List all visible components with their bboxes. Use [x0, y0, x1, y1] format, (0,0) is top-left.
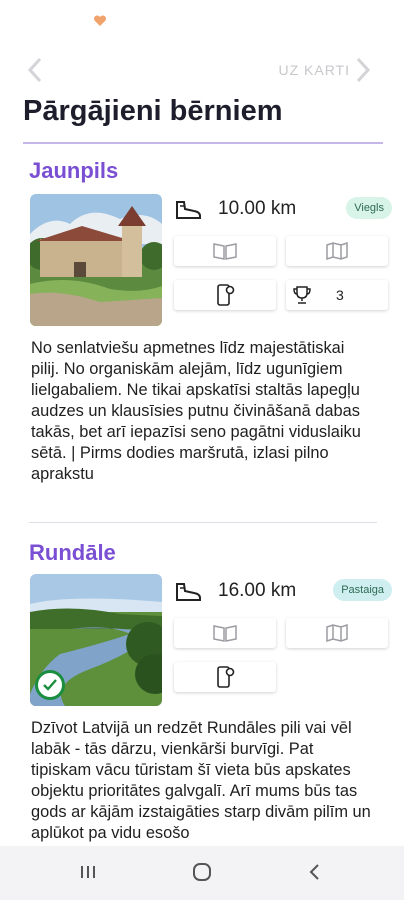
castle-photo-image	[30, 194, 162, 326]
distance-value: 10.00 km	[218, 198, 297, 219]
boot-icon	[176, 583, 201, 601]
route-description: No senlatviešu apmetnes līdz majestātisk…	[31, 339, 361, 483]
navigate-button[interactable]	[174, 662, 276, 692]
book-icon	[213, 625, 237, 642]
boot-icon	[176, 201, 201, 219]
difficulty-badge: Pastaiga	[333, 579, 392, 601]
check-icon	[43, 679, 57, 691]
trophy-icon	[293, 286, 311, 304]
route-card[interactable]: Rundāle 16.00 km Pastaiga Dzīvot Latvijā…	[0, 540, 404, 846]
map-icon	[326, 623, 348, 643]
system-navigation-bar	[0, 846, 404, 900]
trophy-count: 3	[336, 287, 344, 303]
route-card[interactable]: Jaunpils 10.00 km Viegls 3 No senlatvieš…	[0, 158, 404, 518]
route-name[interactable]: Jaunpils	[29, 158, 118, 184]
completed-badge	[35, 670, 65, 700]
route-stats: 16.00 km Pastaiga	[172, 576, 392, 706]
page-title: Pārgājieni bērniem	[23, 95, 283, 127]
difficulty-badge: Viegls	[346, 197, 392, 219]
route-name[interactable]: Rundāle	[29, 540, 116, 566]
read-description-button[interactable]	[174, 618, 276, 648]
navigate-button[interactable]	[174, 280, 276, 310]
chevron-left-icon[interactable]	[24, 56, 46, 84]
phone-location-icon	[217, 666, 235, 688]
recent-apps-icon[interactable]	[78, 860, 98, 884]
view-map-button[interactable]	[286, 618, 388, 648]
distance-row: 16.00 km Pastaiga	[172, 576, 392, 608]
route-description: Dzīvot Latvijā un redzēt Rundāles pili v…	[31, 719, 371, 842]
title-underline	[23, 142, 383, 144]
route-photo[interactable]	[30, 194, 162, 326]
home-icon[interactable]	[190, 860, 214, 884]
route-photo[interactable]	[30, 574, 162, 706]
distance-row: 10.00 km Viegls	[172, 194, 392, 226]
to-map-link[interactable]: UZ KARTI	[278, 62, 350, 78]
book-icon	[213, 243, 237, 260]
route-stats: 10.00 km Viegls 3	[172, 194, 392, 324]
divider	[29, 522, 377, 523]
chevron-right-icon[interactable]	[352, 56, 374, 84]
phone-location-icon	[217, 284, 235, 306]
heart-icon	[93, 15, 107, 26]
back-icon[interactable]	[306, 860, 322, 884]
view-map-button[interactable]	[286, 236, 388, 266]
read-description-button[interactable]	[174, 236, 276, 266]
map-icon	[326, 241, 348, 261]
top-navigation: UZ KARTI	[0, 52, 404, 86]
trophy-tile[interactable]: 3	[286, 280, 388, 310]
status-bar	[0, 0, 404, 44]
distance-value: 16.00 km	[218, 580, 297, 601]
